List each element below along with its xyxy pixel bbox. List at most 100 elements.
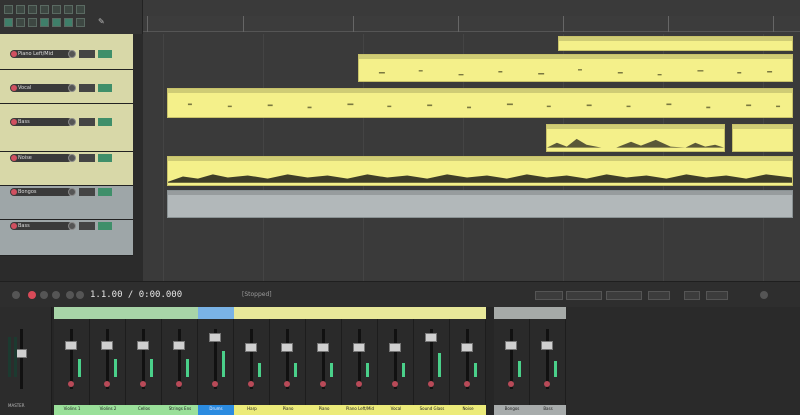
strip-name[interactable]: Harp: [234, 405, 270, 415]
strip-name[interactable]: Piano: [270, 405, 306, 415]
strip-name[interactable]: Bongos: [494, 405, 530, 415]
record-arm-button[interactable]: [428, 381, 434, 387]
playrate-knob[interactable]: [760, 291, 768, 299]
redo-icon[interactable]: [64, 5, 73, 14]
volume-fader[interactable]: [245, 343, 257, 352]
media-item[interactable]: [732, 124, 793, 152]
go-to-start-button[interactable]: [12, 291, 20, 299]
record-arm-button[interactable]: [284, 381, 290, 387]
volume-knob[interactable]: [68, 118, 76, 126]
lock-icon[interactable]: [76, 18, 85, 27]
go-to-end-button[interactable]: [76, 291, 84, 299]
play-button[interactable]: [40, 291, 48, 299]
fx-button[interactable]: [98, 118, 112, 126]
strip-name[interactable]: Cellos: [126, 405, 162, 415]
fx-button[interactable]: [98, 222, 112, 230]
track-name[interactable]: Bass: [10, 118, 72, 126]
record-arm-button[interactable]: [356, 381, 362, 387]
media-item[interactable]: [167, 88, 793, 118]
volume-fader[interactable]: [65, 341, 77, 350]
record-arm-button[interactable]: [11, 223, 17, 229]
strip-name[interactable]: Drums: [198, 405, 234, 415]
record-arm-button[interactable]: [68, 381, 74, 387]
volume-knob[interactable]: [68, 50, 76, 58]
volume-fader[interactable]: [209, 333, 221, 342]
record-arm-button[interactable]: [11, 51, 17, 57]
media-item[interactable]: [167, 190, 793, 218]
record-arm-button[interactable]: [11, 189, 17, 195]
track-name[interactable]: Noise: [10, 154, 72, 162]
selection-start-field[interactable]: [535, 291, 563, 300]
volume-knob[interactable]: [68, 188, 76, 196]
track-row[interactable]: Bongos: [0, 186, 133, 220]
track-name[interactable]: Bass: [10, 222, 72, 230]
mute-solo-buttons[interactable]: [79, 188, 95, 196]
record-arm-button[interactable]: [212, 381, 218, 387]
ripple-icon[interactable]: [28, 18, 37, 27]
track-name[interactable]: Bongos: [10, 188, 72, 196]
undo-icon[interactable]: [52, 5, 61, 14]
track-row[interactable]: Piano Left/Mid: [0, 34, 133, 70]
pause-button[interactable]: [66, 291, 74, 299]
fx-button[interactable]: [98, 50, 112, 58]
media-item[interactable]: [167, 156, 793, 186]
fx-button[interactable]: [98, 84, 112, 92]
volume-fader[interactable]: [389, 343, 401, 352]
record-arm-button[interactable]: [544, 381, 550, 387]
grid-icon[interactable]: [4, 18, 13, 27]
media-item[interactable]: [558, 36, 793, 51]
mute-solo-buttons[interactable]: [79, 222, 95, 230]
record-arm-button[interactable]: [248, 381, 254, 387]
mute-solo-buttons[interactable]: [79, 154, 95, 162]
track-row[interactable]: Noise: [0, 152, 133, 186]
strip-name[interactable]: Piano: [306, 405, 342, 415]
record-arm-button[interactable]: [11, 119, 17, 125]
strip-name[interactable]: Piano Left/Mid: [342, 405, 378, 415]
record-arm-button[interactable]: [464, 381, 470, 387]
volume-knob[interactable]: [68, 222, 76, 230]
volume-fader[interactable]: [101, 341, 113, 350]
track-name[interactable]: Piano Left/Mid: [10, 50, 72, 58]
record-arm-button[interactable]: [140, 381, 146, 387]
envelope-icon[interactable]: [40, 18, 49, 27]
snap-icon[interactable]: [16, 18, 25, 27]
strip-name[interactable]: Sound Glass: [414, 405, 450, 415]
mute-solo-buttons[interactable]: [79, 50, 95, 58]
volume-fader[interactable]: [505, 341, 517, 350]
group-icon[interactable]: [52, 18, 61, 27]
volume-fader[interactable]: [425, 333, 437, 342]
volume-fader[interactable]: [281, 343, 293, 352]
track-row[interactable]: Bass: [0, 220, 133, 256]
record-arm-button[interactable]: [11, 155, 17, 161]
timeline-ruler[interactable]: [143, 16, 800, 32]
fx-button[interactable]: [98, 188, 112, 196]
record-button[interactable]: [28, 291, 36, 299]
fx-button[interactable]: [98, 154, 112, 162]
record-arm-button[interactable]: [11, 85, 17, 91]
stop-button[interactable]: [52, 291, 60, 299]
strip-name[interactable]: Noise: [450, 405, 486, 415]
time-signature-field[interactable]: [684, 291, 700, 300]
volume-fader[interactable]: [461, 343, 473, 352]
record-arm-button[interactable]: [392, 381, 398, 387]
strip-name[interactable]: Violins 1: [54, 405, 90, 415]
settings-icon[interactable]: [40, 5, 49, 14]
volume-fader[interactable]: [173, 341, 185, 350]
volume-fader[interactable]: [317, 343, 329, 352]
strip-name[interactable]: Bass: [530, 405, 566, 415]
media-item[interactable]: [358, 54, 793, 82]
rate-field[interactable]: [706, 291, 728, 300]
track-row[interactable]: Vocal: [0, 70, 133, 104]
media-item[interactable]: [546, 124, 725, 152]
record-arm-button[interactable]: [104, 381, 110, 387]
autoscroll-icon[interactable]: [64, 18, 73, 27]
record-arm-button[interactable]: [176, 381, 182, 387]
strip-name[interactable]: Vocal: [378, 405, 414, 415]
strip-name[interactable]: Strings Ens: [162, 405, 198, 415]
pencil-icon[interactable]: ✎: [98, 18, 107, 27]
track-name[interactable]: Vocal: [10, 84, 72, 92]
new-project-icon[interactable]: [4, 5, 13, 14]
mute-solo-buttons[interactable]: [79, 118, 95, 126]
selection-length-field[interactable]: [606, 291, 642, 300]
volume-fader[interactable]: [541, 341, 553, 350]
